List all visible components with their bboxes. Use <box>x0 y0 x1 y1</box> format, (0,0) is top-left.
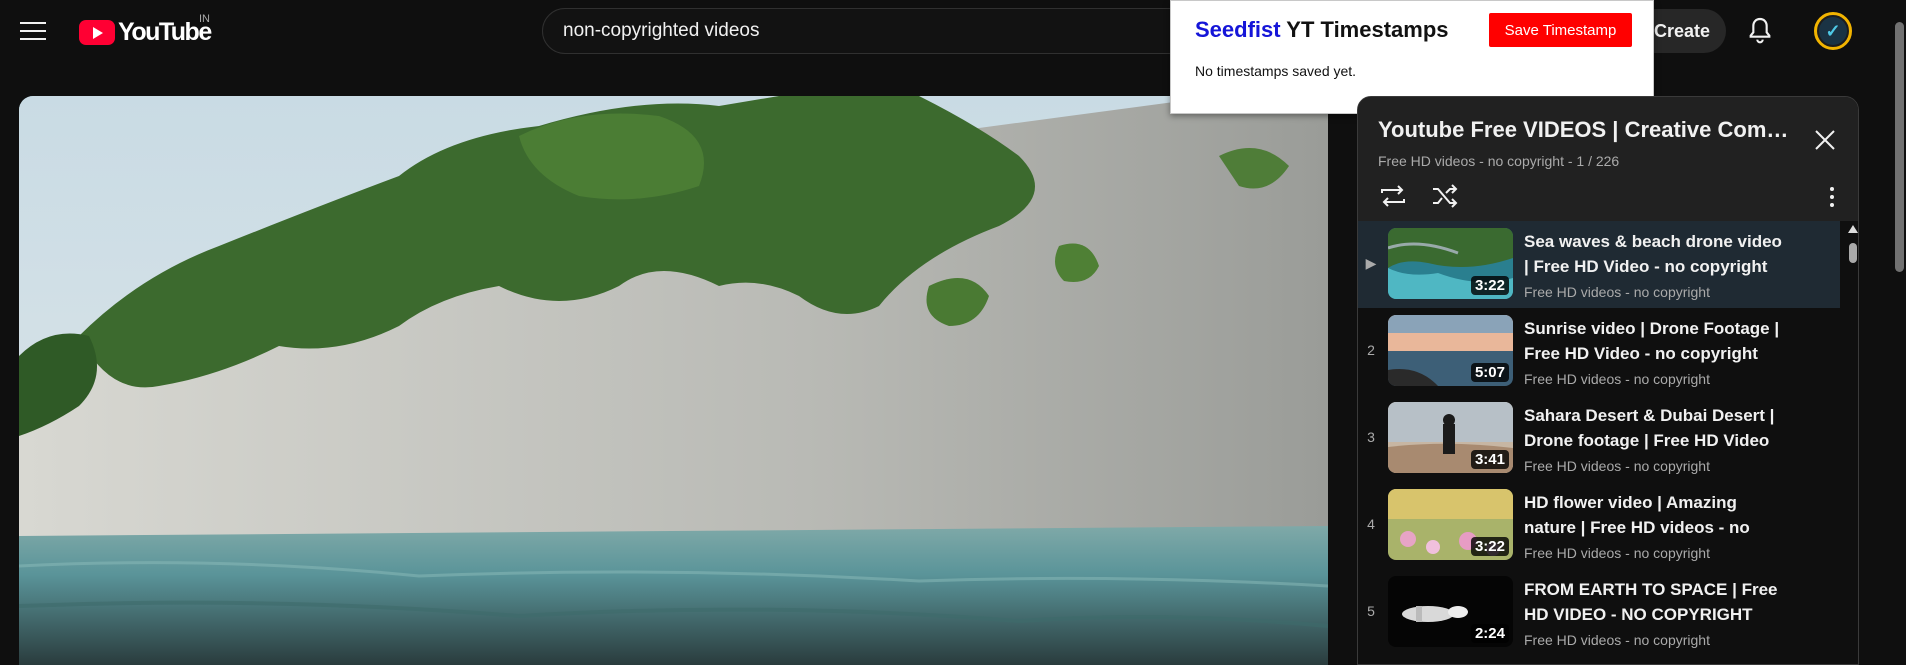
playlist-scrollbar[interactable] <box>1846 221 1858 664</box>
extension-title: Seedfist YT Timestamps <box>1195 17 1449 43</box>
extension-title-text: YT Timestamps <box>1280 17 1449 42</box>
now-playing-icon: ▶ <box>1365 255 1377 271</box>
item-index: 5 <box>1367 603 1375 619</box>
video-title[interactable]: HD flower video | Amazing nature | Free … <box>1524 490 1784 540</box>
avatar[interactable]: ✓ <box>1814 12 1852 50</box>
notifications-bell-icon[interactable] <box>1744 15 1776 47</box>
video-duration: 3:22 <box>1470 276 1509 295</box>
loop-playlist-icon[interactable] <box>1378 183 1408 209</box>
close-icon[interactable] <box>1810 125 1840 155</box>
item-index: 4 <box>1367 516 1375 532</box>
video-title[interactable]: Sahara Desert & Dubai Desert | Drone foo… <box>1524 403 1784 453</box>
channel-name[interactable]: Free HD videos - no copyright <box>1524 371 1710 387</box>
video-title[interactable]: Sunrise video | Drone Footage | Free HD … <box>1524 316 1784 366</box>
video-thumbnail[interactable]: 2:24 <box>1388 576 1513 647</box>
page-scroll-thumb[interactable] <box>1895 22 1904 272</box>
video-thumbnail[interactable]: 5:07 <box>1388 315 1513 386</box>
channel-name[interactable]: Free HD videos - no copyright <box>1524 545 1710 561</box>
video-duration: 5:07 <box>1470 363 1509 382</box>
video-player[interactable] <box>19 96 1328 665</box>
playlist-item[interactable]: 2 5:07 Sunrise video | Drone Footage | F… <box>1358 308 1840 395</box>
playlist-title[interactable]: Youtube Free VIDEOS | Creative Commons <box>1378 117 1798 143</box>
video-title[interactable]: Sea waves & beach drone video | Free HD … <box>1524 229 1784 279</box>
playlist-items: ▶ 3:22 Sea waves & beach drone video | F… <box>1358 221 1840 664</box>
video-duration: 2:24 <box>1470 624 1509 643</box>
logo-text: YouTube <box>118 18 212 46</box>
video-duration: 3:41 <box>1470 450 1509 469</box>
country-code: IN <box>199 13 210 25</box>
video-duration: 3:22 <box>1470 537 1509 556</box>
channel-name[interactable]: Free HD videos - no copyright <box>1524 284 1710 300</box>
playlist-panel: Youtube Free VIDEOS | Creative Commons F… <box>1357 96 1859 665</box>
video-thumbnail[interactable]: 3:41 <box>1388 402 1513 473</box>
playlist-subtitle: Free HD videos - no copyright - 1 / 226 <box>1378 153 1620 169</box>
item-index: 2 <box>1367 342 1375 358</box>
video-thumbnail[interactable]: 3:22 <box>1388 489 1513 560</box>
playlist-item[interactable]: 3 3:41 Sahara Desert & Dubai Desert | Dr… <box>1358 395 1840 482</box>
search-box[interactable] <box>542 8 1182 54</box>
more-options-icon[interactable] <box>1824 185 1840 209</box>
playlist-item[interactable]: 4 3:22 HD flower video | Amazing nature … <box>1358 482 1840 569</box>
extension-brand: Seedfist <box>1195 17 1281 42</box>
page-scrollbar[interactable] <box>1893 0 1906 665</box>
playlist-header: Youtube Free VIDEOS | Creative Commons F… <box>1358 97 1858 221</box>
youtube-logo[interactable]: YouTube IN <box>79 13 212 47</box>
playlist-item[interactable]: ▶ 3:22 Sea waves & beach drone video | F… <box>1358 221 1840 308</box>
video-thumbnail[interactable]: 3:22 <box>1388 228 1513 299</box>
youtube-play-icon <box>79 20 115 45</box>
scroll-up-arrow-icon[interactable] <box>1848 225 1858 233</box>
save-timestamp-button[interactable]: Save Timestamp <box>1489 13 1632 47</box>
video-frame <box>19 96 1328 665</box>
channel-name[interactable]: Free HD videos - no copyright <box>1524 458 1710 474</box>
video-title[interactable]: FROM EARTH TO SPACE | Free HD VIDEO - NO… <box>1524 577 1784 627</box>
playlist-item[interactable]: 5 2:24 FROM EARTH TO SPACE | Free HD VID… <box>1358 569 1840 656</box>
hamburger-menu-icon[interactable] <box>20 18 46 40</box>
avatar-check-icon: ✓ <box>1819 17 1847 45</box>
no-timestamps-message: No timestamps saved yet. <box>1195 63 1357 79</box>
playlist-scroll-thumb[interactable] <box>1849 243 1857 263</box>
item-index: 3 <box>1367 429 1375 445</box>
channel-name[interactable]: Free HD videos - no copyright <box>1524 632 1710 648</box>
search-input[interactable] <box>563 20 1181 42</box>
shuffle-icon[interactable] <box>1430 183 1460 209</box>
